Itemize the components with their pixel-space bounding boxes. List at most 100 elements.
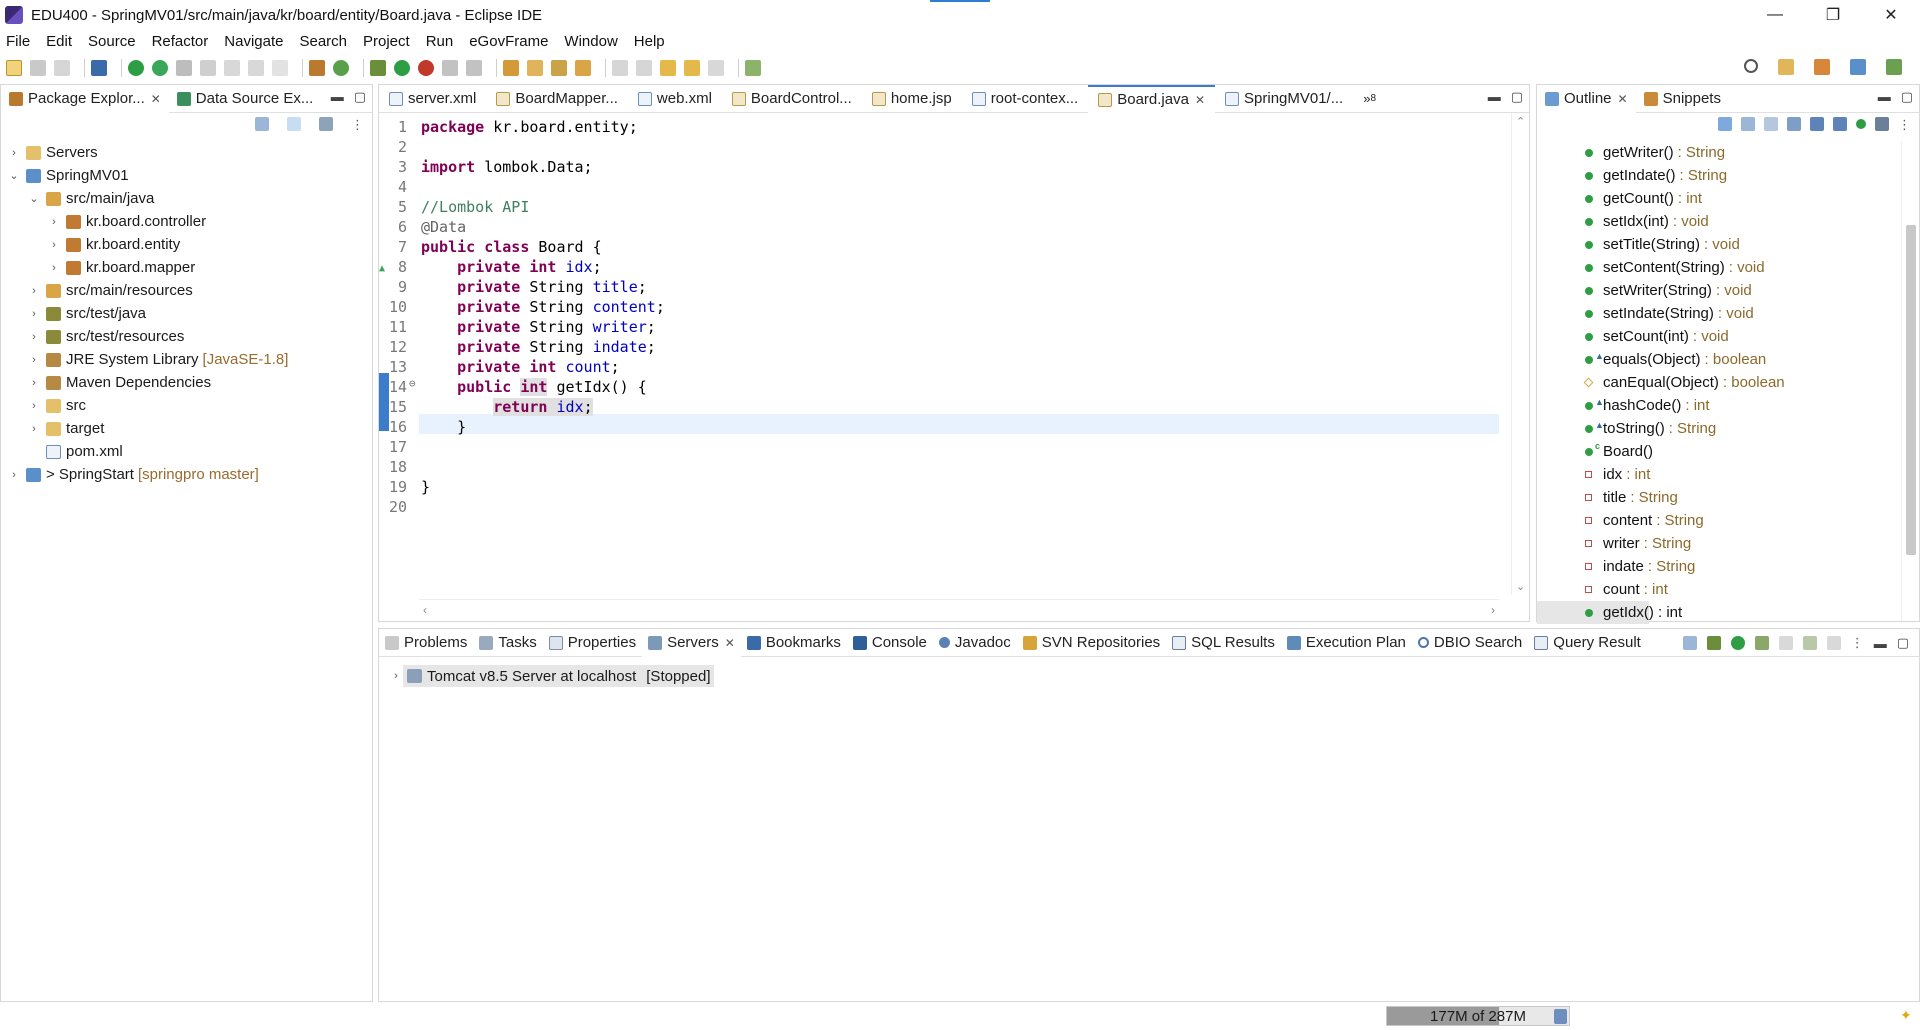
close-tab-icon[interactable]: ✕ [725,636,735,650]
tab-problems[interactable]: Problems [379,629,473,657]
tab-tasks[interactable]: Tasks [473,629,542,657]
minimize-view-icon[interactable]: ▬ [331,89,344,105]
open-perspective-icon[interactable] [1778,59,1794,75]
egov-perspective-icon[interactable] [1886,59,1902,75]
tree-item[interactable]: › target [1,417,372,440]
editor-horizontal-scrollbar[interactable]: ‹ › [419,599,1499,621]
code-editor[interactable]: ▲ ⊖ 1 package kr.board.entity; 2 3 import … [379,113,1499,595]
hide-static-icon[interactable] [1787,117,1801,131]
tree-item[interactable]: › src/main/resources [1,279,372,302]
scrollbar-thumb[interactable] [1906,225,1916,555]
close-tab-icon[interactable]: ✕ [151,92,161,106]
tree-item[interactable]: ⌄ SpringMV01 [1,164,372,187]
view-menu-icon[interactable]: ⋮ [1898,117,1911,133]
link-with-editor-icon[interactable] [287,117,301,131]
outline-item-selected[interactable]: getIdx() : int [1537,601,1682,624]
expand-icon[interactable]: › [27,377,41,389]
java-ee-perspective-icon[interactable] [1814,59,1830,75]
pin-editor-icon[interactable] [745,60,761,76]
hide-fields-icon[interactable] [1764,117,1778,131]
scroll-down-icon[interactable]: ⌄ [1516,580,1525,593]
save-all-icon[interactable] [54,60,70,76]
tab-web-xml[interactable]: web.xml [628,85,722,113]
search-tool-icon[interactable] [551,60,567,76]
expand-icon[interactable]: › [389,670,403,682]
edit-icon[interactable] [200,60,216,76]
scroll-left-icon[interactable]: ‹ [423,603,427,617]
close-tab-icon[interactable]: ✕ [1618,92,1628,106]
menu-project[interactable]: Project [363,33,410,50]
terminal-icon[interactable] [91,60,107,76]
expand-icon[interactable]: › [7,147,21,159]
menu-refactor[interactable]: Refactor [152,33,209,50]
expand-icon[interactable]: › [47,216,61,228]
tree-item[interactable]: › kr.board.controller [1,210,372,233]
outline-scrollbar[interactable] [1901,141,1919,621]
prev-annotation-icon[interactable] [636,60,652,76]
outline-item[interactable]: getWriter(): String [1537,141,1899,164]
tab-console[interactable]: Console [847,629,933,657]
open-resource-icon[interactable] [527,60,543,76]
menu-window[interactable]: Window [564,33,617,50]
tab-properties[interactable]: Properties [543,629,642,657]
tab-springmv01[interactable]: SpringMV01/... [1215,85,1353,113]
tab-boardmapper[interactable]: BoardMapper... [486,85,628,113]
tab-snippets[interactable]: Snippets [1636,85,1729,113]
collapse-all-icon[interactable] [255,117,269,131]
maximize-view-icon[interactable]: ▢ [1901,89,1913,105]
tab-javadoc[interactable]: Javadoc [933,629,1017,657]
collapse-icon[interactable]: ⌄ [7,169,21,182]
forward-icon[interactable] [708,60,724,76]
tree-item[interactable]: › src/test/resources [1,325,372,348]
minimize-view-icon[interactable]: ▬ [1874,636,1887,651]
quick-access-search-icon[interactable] [1744,59,1758,73]
expand-icon[interactable]: › [27,400,41,412]
tree-item[interactable]: › Servers [1,141,372,164]
open-type-icon[interactable] [503,60,519,76]
run-external-icon[interactable] [418,60,434,76]
outline-item[interactable]: setCount(int): void [1537,325,1899,348]
outline-item[interactable]: getIndate(): String [1537,164,1899,187]
outline-item[interactable]: title: String [1537,486,1899,509]
hide-non-public-icon[interactable] [1810,117,1824,131]
expand-icon[interactable]: › [47,239,61,251]
java-perspective-icon[interactable] [1850,59,1866,75]
stop-icon[interactable] [442,60,458,76]
collapse-icon[interactable]: ⌄ [27,192,41,205]
stop-server-icon[interactable] [1778,636,1793,650]
outline-item[interactable]: setWriter(String): void [1537,279,1899,302]
outline-item[interactable]: indate: String [1537,555,1899,578]
scroll-up-icon[interactable]: ⌃ [1516,115,1525,128]
heap-status[interactable]: 177M of 287M [1386,1006,1570,1026]
outline-item[interactable]: ▲ equals(Object): boolean [1537,348,1899,371]
close-tab-icon[interactable]: ✕ [1195,93,1205,107]
package-icon[interactable] [309,60,325,76]
disconnect-icon[interactable] [466,60,482,76]
tab-server-xml[interactable]: server.xml [379,85,486,113]
expand-icon[interactable]: › [27,331,41,343]
minimize-view-icon[interactable]: ▬ [1488,89,1501,105]
refresh-icon[interactable] [152,60,168,76]
link-icon[interactable] [1875,117,1889,131]
tree-item[interactable]: › JRE System Library [JavaSE-1.8] [1,348,372,371]
save-icon[interactable] [30,60,46,76]
paragraph-icon[interactable] [272,60,288,76]
outline-item[interactable]: idx: int [1537,463,1899,486]
outline-item[interactable]: ▲ hashCode(): int [1537,394,1899,417]
tree-item[interactable]: › src/test/java [1,302,372,325]
menu-navigate[interactable]: Navigate [224,33,283,50]
outline-item[interactable]: count: int [1537,578,1899,601]
profile-server-icon[interactable] [1754,636,1769,650]
block-icon[interactable] [248,60,264,76]
outline-item[interactable]: writer: String [1537,532,1899,555]
publish-icon[interactable] [1802,636,1817,650]
hide-local-types-icon[interactable] [1833,117,1847,131]
view-menu-icon[interactable]: ⋮ [351,117,364,133]
next-annotation-icon[interactable] [612,60,628,76]
tab-home-jsp[interactable]: home.jsp [862,85,962,113]
toggle-icon[interactable] [176,60,192,76]
clean-icon[interactable] [1826,636,1841,650]
expand-icon[interactable]: › [47,262,61,274]
run-icon[interactable] [394,60,410,76]
outline-item[interactable]: setContent(String): void [1537,256,1899,279]
